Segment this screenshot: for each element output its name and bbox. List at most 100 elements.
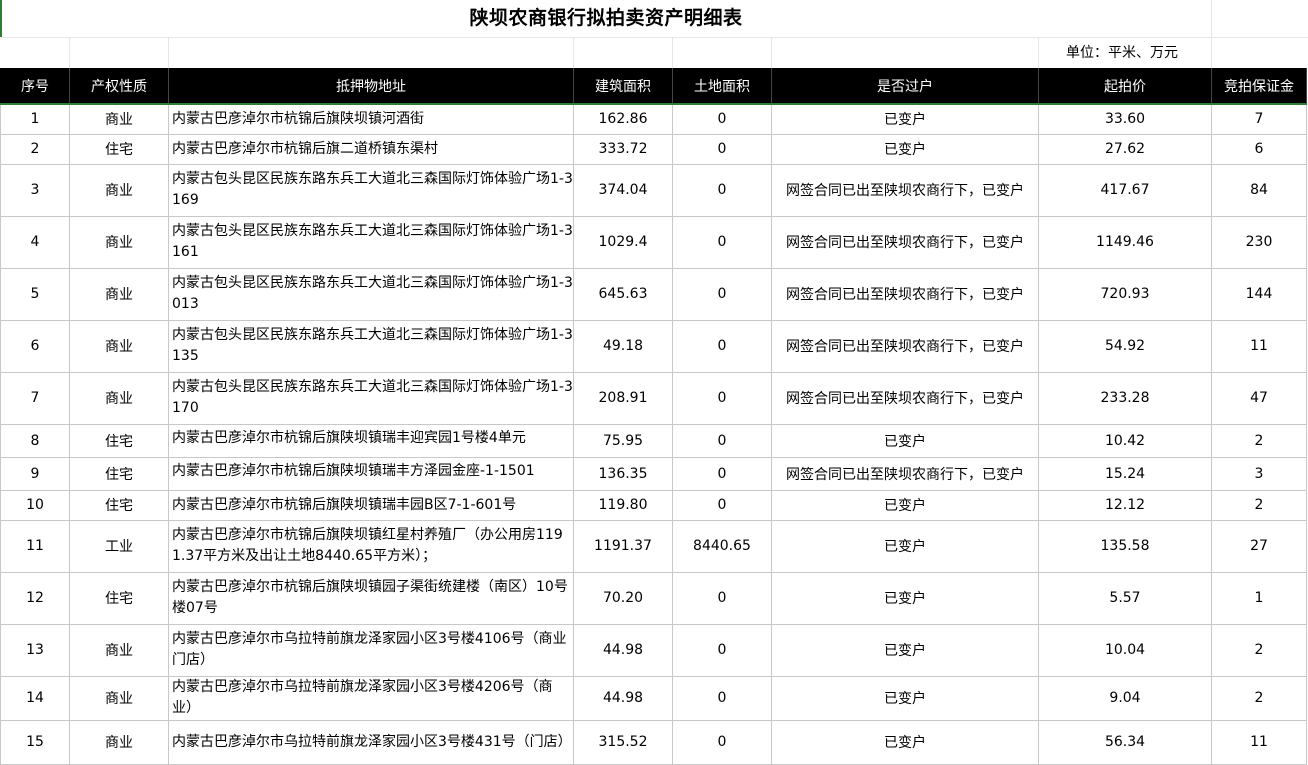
sheet-title[interactable]: 陕坝农商银行拟拍卖资产明细表 — [0, 0, 1212, 37]
cell-type[interactable]: 商业 — [69, 675, 169, 721]
cell-starting-price[interactable]: 10.42 — [1038, 423, 1212, 458]
cell-type[interactable]: 商业 — [69, 163, 169, 217]
cell-starting-price[interactable]: 417.67 — [1038, 163, 1212, 217]
cell-address[interactable]: 内蒙古包头昆区民族东路东兵工大道北三森国际灯饰体验广场1-3161 — [168, 215, 574, 269]
cell-starting-price[interactable]: 33.60 — [1038, 103, 1212, 135]
cell-type[interactable]: 商业 — [69, 319, 169, 373]
cell-no[interactable]: 3 — [0, 163, 70, 217]
cell-starting-price[interactable]: 27.62 — [1038, 133, 1212, 165]
cell-transfer[interactable]: 网签合同已出至陕坝农商行下，已变户 — [771, 456, 1039, 491]
cell-land-area[interactable]: 0 — [672, 456, 772, 491]
cell-address[interactable]: 内蒙古包头昆区民族东路东兵工大道北三森国际灯饰体验广场1-3135 — [168, 319, 574, 373]
cell-address[interactable]: 内蒙古巴彦淖尔市杭锦后旗二道桥镇东渠村 — [168, 133, 574, 165]
cell-no[interactable]: 7 — [0, 371, 70, 425]
cell-type[interactable]: 商业 — [69, 623, 169, 677]
cell-no[interactable]: 15 — [0, 719, 70, 765]
cell-land-area[interactable]: 0 — [672, 623, 772, 677]
header-cell-type[interactable]: 产权性质 — [69, 68, 169, 105]
cell-no[interactable]: 12 — [0, 571, 70, 625]
cell-type[interactable]: 商业 — [69, 719, 169, 765]
cell-land-area[interactable]: 0 — [672, 319, 772, 373]
cell-starting-price[interactable]: 12.12 — [1038, 489, 1212, 521]
header-cell-no[interactable]: 序号 — [0, 68, 70, 105]
cell-starting-price[interactable]: 54.92 — [1038, 319, 1212, 373]
cell-land-area[interactable]: 0 — [672, 423, 772, 458]
cell-building-area[interactable]: 645.63 — [573, 267, 673, 321]
cell-building-area[interactable]: 49.18 — [573, 319, 673, 373]
cell-address[interactable]: 内蒙古巴彦淖尔市杭锦后旗陕坝镇瑞丰方泽园金座-1-1501 — [168, 456, 574, 491]
cell-address[interactable]: 内蒙古巴彦淖尔市杭锦后旗陕坝镇瑞丰园B区7-1-601号 — [168, 489, 574, 521]
cell-land-area[interactable]: 0 — [672, 163, 772, 217]
cell-type[interactable]: 住宅 — [69, 456, 169, 491]
header-cell-transfer[interactable]: 是否过户 — [771, 68, 1039, 105]
cell-no[interactable]: 11 — [0, 519, 70, 573]
cell-building-area[interactable]: 44.98 — [573, 675, 673, 721]
cell-no[interactable]: 6 — [0, 319, 70, 373]
cell-deposit[interactable]: 230 — [1211, 215, 1307, 269]
cell-starting-price[interactable]: 720.93 — [1038, 267, 1212, 321]
cell-address[interactable]: 内蒙古巴彦淖尔市杭锦后旗陕坝镇河酒街 — [168, 103, 574, 135]
cell-type[interactable]: 商业 — [69, 371, 169, 425]
cell-no[interactable]: 1 — [0, 103, 70, 135]
cell-building-area[interactable]: 119.80 — [573, 489, 673, 521]
cell-no[interactable]: 8 — [0, 423, 70, 458]
cell-building-area[interactable]: 333.72 — [573, 133, 673, 165]
cell-building-area[interactable]: 136.35 — [573, 456, 673, 491]
cell-transfer[interactable]: 网签合同已出至陕坝农商行下，已变户 — [771, 215, 1039, 269]
cell-deposit[interactable]: 7 — [1211, 103, 1307, 135]
cell-land-area[interactable]: 0 — [672, 267, 772, 321]
cell-starting-price[interactable]: 15.24 — [1038, 456, 1212, 491]
cell-no[interactable]: 2 — [0, 133, 70, 165]
cell-building-area[interactable]: 374.04 — [573, 163, 673, 217]
cell-transfer[interactable]: 已变户 — [771, 719, 1039, 765]
cell-address[interactable]: 内蒙古巴彦淖尔市杭锦后旗陕坝镇红星村养殖厂（办公用房1191.37平方米及出让土… — [168, 519, 574, 573]
cell-deposit[interactable]: 2 — [1211, 423, 1307, 458]
cell-starting-price[interactable]: 1149.46 — [1038, 215, 1212, 269]
cell-starting-price[interactable]: 233.28 — [1038, 371, 1212, 425]
cell-address[interactable]: 内蒙古巴彦淖尔市乌拉特前旗龙泽家园小区3号楼431号（门店） — [168, 719, 574, 765]
cell-land-area[interactable]: 0 — [672, 371, 772, 425]
cell-transfer[interactable]: 网签合同已出至陕坝农商行下，已变户 — [771, 319, 1039, 373]
cell-land-area[interactable]: 0 — [672, 133, 772, 165]
cell-starting-price[interactable]: 56.34 — [1038, 719, 1212, 765]
cell-deposit[interactable]: 2 — [1211, 489, 1307, 521]
cell-type[interactable]: 住宅 — [69, 133, 169, 165]
cell-address[interactable]: 内蒙古包头昆区民族东路东兵工大道北三森国际灯饰体验广场1-3169 — [168, 163, 574, 217]
cell-land-area[interactable]: 0 — [672, 215, 772, 269]
cell-transfer[interactable]: 已变户 — [771, 675, 1039, 721]
cell-building-area[interactable]: 70.20 — [573, 571, 673, 625]
cell-starting-price[interactable]: 5.57 — [1038, 571, 1212, 625]
cell-deposit[interactable]: 2 — [1211, 623, 1307, 677]
cell-transfer[interactable]: 网签合同已出至陕坝农商行下，已变户 — [771, 163, 1039, 217]
header-cell-land-area[interactable]: 土地面积 — [672, 68, 772, 105]
cell-building-area[interactable]: 44.98 — [573, 623, 673, 677]
cell-transfer[interactable]: 已变户 — [771, 623, 1039, 677]
cell-address[interactable]: 内蒙古包头昆区民族东路东兵工大道北三森国际灯饰体验广场1-3013 — [168, 267, 574, 321]
cell-land-area[interactable]: 0 — [672, 675, 772, 721]
cell-transfer[interactable]: 已变户 — [771, 519, 1039, 573]
cell-deposit[interactable]: 11 — [1211, 319, 1307, 373]
header-cell-starting-price[interactable]: 起拍价 — [1038, 68, 1212, 105]
cell-starting-price[interactable]: 135.58 — [1038, 519, 1212, 573]
cell-no[interactable]: 10 — [0, 489, 70, 521]
cell-land-area[interactable]: 0 — [672, 103, 772, 135]
cell-address[interactable]: 内蒙古巴彦淖尔市乌拉特前旗龙泽家园小区3号楼4206号（商业） — [168, 675, 574, 721]
cell-no[interactable]: 14 — [0, 675, 70, 721]
cell-type[interactable]: 商业 — [69, 267, 169, 321]
cell-deposit[interactable]: 2 — [1211, 675, 1307, 721]
cell-land-area[interactable]: 0 — [672, 489, 772, 521]
header-cell-address[interactable]: 抵押物地址 — [168, 68, 574, 105]
cell-deposit[interactable]: 1 — [1211, 571, 1307, 625]
cell-no[interactable]: 5 — [0, 267, 70, 321]
cell-type[interactable]: 住宅 — [69, 571, 169, 625]
cell-deposit[interactable]: 11 — [1211, 719, 1307, 765]
cell-deposit[interactable]: 84 — [1211, 163, 1307, 217]
cell-land-area[interactable]: 8440.65 — [672, 519, 772, 573]
cell-transfer[interactable]: 网签合同已出至陕坝农商行下，已变户 — [771, 267, 1039, 321]
cell-transfer[interactable]: 已变户 — [771, 571, 1039, 625]
cell-transfer[interactable]: 已变户 — [771, 103, 1039, 135]
header-cell-building-area[interactable]: 建筑面积 — [573, 68, 673, 105]
cell-no[interactable]: 4 — [0, 215, 70, 269]
cell-starting-price[interactable]: 9.04 — [1038, 675, 1212, 721]
cell-type[interactable]: 商业 — [69, 103, 169, 135]
